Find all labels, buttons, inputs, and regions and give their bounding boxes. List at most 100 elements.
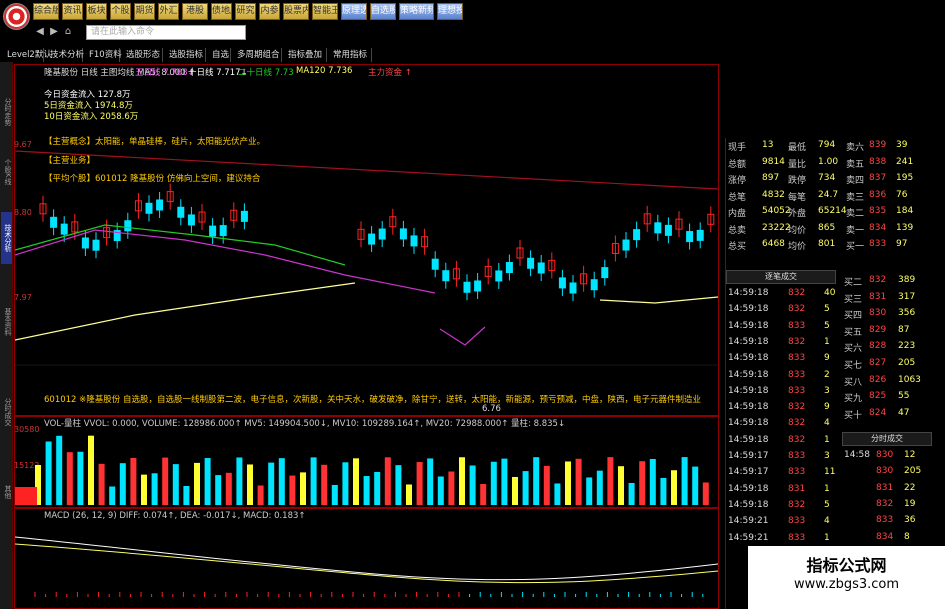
volume-bar [469, 465, 476, 505]
volume-bar [278, 458, 285, 505]
trade-time: 14:59:18 [728, 353, 769, 364]
indicator-tab[interactable]: F10资料 [86, 48, 122, 62]
stock-tags: 601012 ※隆基股份 自选股，自选股一线制股第二波，电子信息，次新股，关中天… [44, 395, 701, 405]
trade-volume: 5 [824, 320, 830, 331]
ma-label: 主力资金 ↑ [368, 68, 412, 78]
volume-bar [119, 463, 126, 505]
indicator-tab[interactable]: 多周期组合 [234, 48, 282, 62]
candle-body [124, 220, 132, 232]
toolbar-button[interactable]: 债地产 [211, 3, 232, 20]
volume-bar [586, 477, 593, 505]
toolbar-button[interactable]: 板块 [86, 3, 107, 20]
volume-bar [490, 461, 497, 505]
buy-level-volume: 389 [898, 275, 916, 285]
toolbar-button[interactable]: 理想投资 [437, 3, 463, 20]
candle-body [50, 216, 58, 228]
volume-bar [628, 482, 635, 505]
home-icon[interactable]: ⌂ [62, 25, 74, 39]
quote-rp: 839 [869, 140, 887, 150]
volume-bar [66, 452, 73, 505]
quote-l: 总买 [728, 242, 747, 252]
buy-level-volume: 87 [898, 324, 910, 335]
toolbar-button[interactable]: 原理选股 [341, 3, 367, 20]
y-axis-label: 9.67 [14, 140, 32, 149]
side-tab[interactable]: 分时成交 [1, 382, 12, 442]
candle-body [622, 239, 630, 251]
buy-level-price: 830 [869, 308, 887, 319]
macd-chart[interactable] [14, 508, 719, 609]
indicator-tab[interactable]: 选股指标 [166, 48, 206, 62]
toolbar-button[interactable]: 策略新频道 [399, 3, 434, 20]
minute-time: 14:58 [844, 450, 870, 460]
indicator-tab[interactable]: 技术分析 [47, 48, 84, 62]
side-tab[interactable]: 分时走势 [1, 82, 12, 142]
quote-lv: 54052 [762, 206, 791, 216]
minute-volume: 36 [904, 515, 916, 526]
toolbar-button[interactable]: 资讯 [62, 3, 83, 20]
indicator-tab[interactable]: Level2默认 [4, 48, 52, 62]
indicator-tab[interactable]: 常用指标 [330, 48, 372, 62]
volume-bar [77, 451, 84, 505]
quote-l: 总笔 [728, 192, 747, 203]
quote-l: 现手 [728, 143, 747, 153]
side-tab[interactable]: 个股K线 [1, 142, 12, 202]
candle-body [431, 258, 439, 270]
volume-bar [649, 458, 656, 505]
volume-bar [183, 485, 190, 505]
candle-body [590, 279, 598, 291]
volume-bar [236, 457, 243, 505]
toolbar-button[interactable]: 综合版 [33, 3, 59, 20]
forward-icon[interactable]: ▶ [48, 25, 60, 39]
minute-price: 831 [876, 482, 894, 493]
candle-body [537, 262, 545, 274]
volume-bar [406, 484, 412, 505]
quote-mv: 865 [818, 222, 836, 233]
minute-price: 830 [876, 450, 894, 460]
minute-volume: 8 [904, 531, 910, 542]
toolbar-button[interactable]: 股票内参 [283, 3, 309, 20]
indicator-tab[interactable]: 指标叠加 [285, 48, 327, 62]
toolbar-button[interactable]: 外汇 [158, 3, 179, 20]
command-input[interactable]: 请在此输入命令 [86, 25, 246, 40]
volume-bar [384, 457, 391, 505]
toolbar-button[interactable]: 港股 [182, 3, 208, 20]
candle-body [505, 262, 513, 274]
ma-label: MA120 7.736 [296, 66, 353, 76]
volume-bar [204, 458, 211, 505]
indicator-tab[interactable]: 选股形态 [123, 48, 163, 62]
volume-chart[interactable] [14, 416, 719, 508]
side-tab[interactable]: 其他 [1, 462, 12, 522]
trade-volume: 5 [824, 499, 830, 510]
toolbar-button[interactable]: 个股 [110, 3, 131, 20]
volume-bar [300, 472, 306, 505]
indicator-tab[interactable]: 自选 [209, 48, 231, 62]
volume-bar [215, 475, 222, 505]
candle-body [463, 281, 471, 293]
quote-lv: 897 [762, 173, 780, 183]
toolbar-button[interactable]: 期货 [134, 3, 155, 20]
trade-price: 833 [788, 532, 806, 543]
concept-line: 【主营业务】 [44, 156, 96, 166]
buy-level-price: 829 [869, 324, 887, 335]
trade-volume: 2 [824, 369, 830, 380]
toolbar-button[interactable]: 智能王 [312, 3, 338, 20]
toolbar-button[interactable]: 自选股 [370, 3, 396, 20]
buy-level-price: 826 [869, 374, 887, 385]
app-logo-icon[interactable] [3, 3, 30, 30]
quote-lv: 9814 [762, 156, 785, 167]
quote-r: 卖四 [846, 176, 865, 186]
trade-time: 14:59:21 [728, 532, 769, 543]
quote-mv: 801 [818, 239, 836, 249]
buy-level-price: 828 [869, 341, 887, 352]
trade-volume: 4 [824, 418, 830, 429]
trade-volume: 5 [824, 304, 830, 315]
back-icon[interactable]: ◀ [34, 25, 46, 39]
quote-rp: 837 [869, 173, 887, 183]
buy-level-price: 832 [869, 275, 887, 285]
volume-bar [522, 471, 529, 505]
toolbar-button[interactable]: 研究 [235, 3, 256, 20]
quote-rv: 76 [896, 189, 908, 200]
side-tab[interactable]: 基本资料 [1, 292, 12, 352]
side-tab[interactable]: 技术分析 [1, 212, 12, 264]
toolbar-button[interactable]: 内参 [259, 3, 280, 20]
